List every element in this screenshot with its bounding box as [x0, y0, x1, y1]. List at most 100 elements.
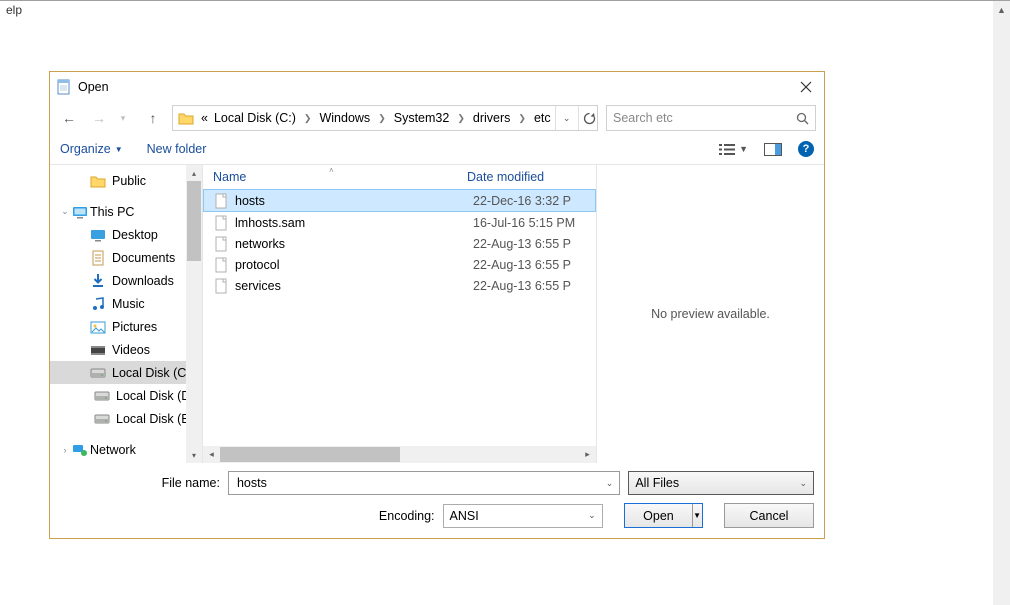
tree-item-label: Videos — [112, 343, 150, 357]
pc-icon — [72, 204, 88, 220]
file-date: 22-Aug-13 6:55 P — [473, 237, 571, 251]
titlebar: Open — [50, 72, 824, 102]
open-button[interactable]: Open ▼ — [624, 503, 702, 528]
tree-item[interactable]: Downloads — [50, 269, 202, 292]
tree-item[interactable]: › Network — [50, 438, 202, 461]
file-date: 22-Aug-13 6:55 P — [473, 279, 571, 293]
file-icon — [213, 193, 229, 209]
file-row[interactable]: networks 22-Aug-13 6:55 P — [203, 233, 596, 254]
file-icon — [213, 278, 229, 294]
tree-item[interactable]: Documents — [50, 246, 202, 269]
encoding-label: Encoding: — [60, 509, 435, 523]
disk-icon — [94, 388, 110, 404]
nav-forward-button[interactable]: → — [88, 107, 110, 129]
refresh-button[interactable] — [578, 106, 598, 130]
chevron-down-icon: ▼ — [739, 144, 748, 154]
file-row[interactable]: lmhosts.sam16-Jul-16 5:15 PM — [203, 212, 596, 233]
file-name: networks — [235, 237, 467, 251]
file-name: hosts — [235, 194, 467, 208]
organize-menu[interactable]: Organize ▼ — [60, 142, 123, 156]
chevron-down-icon: ▼ — [115, 145, 123, 154]
filename-field[interactable] — [235, 475, 606, 491]
file-icon — [213, 236, 229, 252]
help-button[interactable]: ? — [798, 141, 814, 157]
disk-icon — [94, 411, 110, 427]
close-button[interactable] — [788, 72, 824, 102]
tree-item[interactable]: Pictures — [50, 315, 202, 338]
column-headers[interactable]: ˄ Name Date modified — [203, 165, 596, 189]
nav-recent-dropdown[interactable]: ▾ — [112, 107, 134, 129]
cancel-button[interactable]: Cancel — [724, 503, 814, 528]
tree-item[interactable]: Local Disk (C:) — [50, 361, 202, 384]
tree-item-label: Network — [90, 443, 136, 457]
breadcrumb-item[interactable]: Local Disk (C:) — [212, 111, 298, 125]
nav-back-button[interactable]: ← — [58, 107, 80, 129]
navbar: ← → ▾ ↑ « Local Disk (C:) ❯ Windows ❯ Sy… — [50, 102, 824, 134]
search-placeholder: Search etc — [613, 111, 673, 125]
filename-label: File name: — [60, 476, 220, 490]
expand-icon[interactable]: ⌄ — [60, 206, 70, 217]
tree-item[interactable]: Music — [50, 292, 202, 315]
breadcrumb-prefix: « — [199, 111, 210, 125]
address-bar[interactable]: « Local Disk (C:) ❯ Windows ❯ System32 ❯… — [172, 105, 598, 131]
tree-item[interactable]: Local Disk (E:) — [50, 407, 202, 430]
tree-scrollbar[interactable]: ▴ ▾ — [186, 165, 202, 463]
chevron-right-icon[interactable]: ❯ — [453, 113, 469, 124]
folder-icon — [178, 109, 194, 127]
open-dialog: Open ← → ▾ ↑ « Local Disk (C:) ❯ Windows… — [49, 71, 825, 539]
expand-icon[interactable]: › — [60, 445, 70, 455]
music-icon — [90, 296, 106, 312]
breadcrumb-item[interactable]: System32 — [392, 111, 452, 125]
file-pane: ˄ Name Date modified hosts22-Dec-16 3:32… — [203, 165, 597, 463]
view-menu[interactable]: ▼ — [719, 143, 748, 156]
tree-item[interactable]: Desktop — [50, 223, 202, 246]
parent-scrollbar[interactable]: ▲ — [993, 1, 1010, 605]
column-header-name[interactable]: Name — [213, 170, 467, 184]
breadcrumb-item[interactable]: etc — [532, 111, 553, 125]
download-icon — [90, 273, 106, 289]
tree-item[interactable]: Videos — [50, 338, 202, 361]
breadcrumb-item[interactable]: Windows — [317, 111, 372, 125]
file-list[interactable]: hosts22-Dec-16 3:32 Plmhosts.sam16-Jul-1… — [203, 189, 596, 446]
network-icon — [72, 442, 88, 458]
tree-item[interactable]: Public — [50, 169, 202, 192]
search-input[interactable]: Search etc — [606, 105, 816, 131]
file-list-hscrollbar[interactable]: ◂ ▸ — [203, 446, 596, 463]
tree-item-label: Public — [112, 174, 146, 188]
chevron-right-icon[interactable]: ❯ — [514, 113, 530, 124]
tree-item-label: Documents — [112, 251, 175, 265]
filename-input[interactable]: ⌄ — [228, 471, 620, 495]
breadcrumb-item[interactable]: drivers — [471, 111, 513, 125]
filetype-filter-select[interactable]: All Files ⌄ — [628, 471, 814, 495]
tree-item[interactable]: ⌄ This PC — [50, 200, 202, 223]
file-row[interactable]: hosts22-Dec-16 3:32 P — [203, 189, 596, 212]
column-header-date[interactable]: Date modified — [467, 170, 544, 184]
tree-item-label: Music — [112, 297, 145, 311]
encoding-select[interactable]: ANSI ⌄ — [443, 504, 603, 528]
file-date: 16-Jul-16 5:15 PM — [473, 216, 575, 230]
file-icon — [213, 257, 229, 273]
new-folder-button[interactable]: New folder — [147, 142, 207, 156]
address-dropdown[interactable]: ⌄ — [555, 106, 578, 130]
disk-icon — [90, 365, 106, 381]
tree-item-label: Desktop — [112, 228, 158, 242]
chevron-down-icon[interactable]: ⌄ — [606, 478, 614, 489]
preview-pane: No preview available. — [597, 165, 824, 463]
picture-icon — [90, 319, 106, 335]
chevron-right-icon[interactable]: ❯ — [374, 113, 390, 124]
nav-up-button[interactable]: ↑ — [142, 107, 164, 129]
tree-item-label: This PC — [90, 205, 134, 219]
preview-pane-toggle[interactable] — [764, 143, 782, 156]
chevron-down-icon: ⌄ — [799, 478, 807, 489]
preview-message: No preview available. — [651, 307, 770, 321]
chevron-down-icon: ⌄ — [588, 510, 596, 521]
open-dropdown[interactable]: ▼ — [692, 504, 702, 527]
file-icon — [213, 215, 229, 231]
chevron-right-icon[interactable]: ❯ — [300, 113, 316, 124]
file-row[interactable]: services22-Aug-13 6:55 P — [203, 275, 596, 296]
tree-item[interactable]: Local Disk (D:) — [50, 384, 202, 407]
tree-item-label: Local Disk (C:) — [112, 366, 194, 380]
tree-item-label: Downloads — [112, 274, 174, 288]
tree-item-label: Pictures — [112, 320, 157, 334]
file-row[interactable]: protocol22-Aug-13 6:55 P — [203, 254, 596, 275]
